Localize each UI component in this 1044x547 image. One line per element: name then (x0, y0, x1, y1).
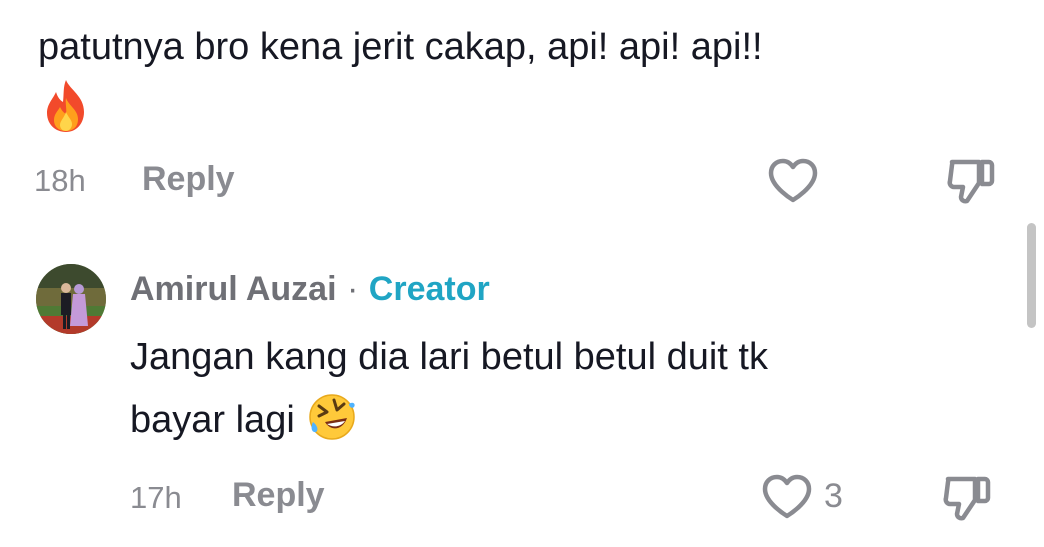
heart-icon[interactable] (760, 473, 814, 521)
reply-button[interactable]: Reply (142, 160, 235, 199)
separator-dot: · (347, 270, 359, 308)
comment-text: bayar lagi (130, 392, 357, 447)
comment-time: 17h (130, 480, 182, 515)
comment-time: 18h (34, 163, 86, 198)
reply-button[interactable]: Reply (232, 476, 325, 515)
comment-text: patutnya bro kena jerit cakap, api! api!… (38, 20, 763, 74)
comment-text-line: Jangan kang dia lari betul betul duit tk (130, 336, 768, 378)
dislike-icon[interactable] (945, 155, 999, 207)
comment-text-line: bayar lagi (130, 399, 295, 441)
fire-emoji (47, 80, 84, 132)
comment-text-body: patutnya bro kena jerit cakap, api! api!… (38, 26, 763, 68)
comment-text: Jangan kang dia lari betul betul duit tk (130, 330, 768, 384)
comment-2: Amirul Auzai · Creator Jangan kang dia l… (0, 220, 1044, 547)
heart-icon[interactable] (766, 157, 820, 205)
rolling-on-floor-laughing-emoji (309, 394, 356, 440)
creator-badge: Creator (368, 270, 490, 308)
comment-header: Amirul Auzai · Creator (130, 270, 490, 309)
author-name[interactable]: Amirul Auzai (130, 270, 337, 308)
dislike-icon[interactable] (941, 472, 995, 524)
comment-1: patutnya bro kena jerit cakap, api! api!… (0, 0, 1044, 220)
avatar[interactable] (36, 264, 106, 334)
like-count: 3 (824, 477, 843, 515)
